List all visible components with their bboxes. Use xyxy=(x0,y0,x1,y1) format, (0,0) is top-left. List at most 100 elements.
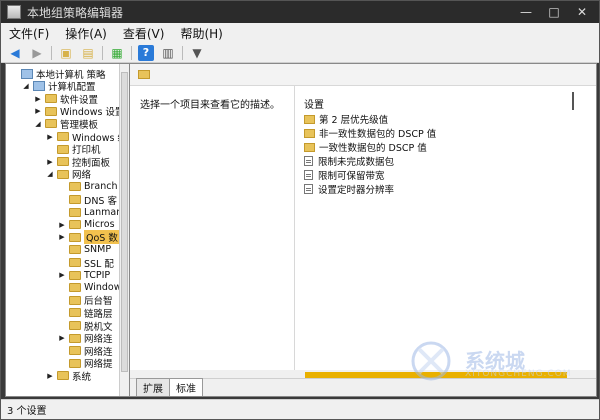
tree-item[interactable]: 脱机文 xyxy=(58,319,113,333)
folder-icon xyxy=(69,195,81,204)
computer-policy-icon xyxy=(21,68,33,79)
folder-icon xyxy=(69,182,81,192)
expand-toggle-icon[interactable]: ▶ xyxy=(46,372,54,380)
folder-icon xyxy=(138,70,150,79)
status-text: 3 个设置 xyxy=(7,406,47,417)
list-item[interactable]: 限制未完成数据包 xyxy=(304,154,436,168)
folder-icon xyxy=(57,169,69,179)
folder-icon xyxy=(304,128,315,138)
list-item[interactable]: 限制可保留带宽 xyxy=(304,168,436,182)
tree-item[interactable]: ▶ 软件设置 xyxy=(34,92,98,106)
tree-item[interactable]: 打印机 xyxy=(46,143,101,156)
expand-toggle-icon[interactable]: ◢ xyxy=(22,82,30,90)
folder-icon xyxy=(69,283,81,293)
tree-item[interactable]: ▶ 系统 xyxy=(46,369,91,383)
tree-item[interactable]: 网络提 xyxy=(58,357,113,370)
tab-standard[interactable]: 标准 xyxy=(169,378,203,396)
properties-icon[interactable]: ▥ xyxy=(160,45,176,61)
forward-arrow-icon[interactable]: ▶ xyxy=(29,45,45,61)
minimize-button[interactable]: — xyxy=(519,5,533,19)
expand-toggle-icon[interactable]: ▶ xyxy=(34,107,42,115)
toolbar-separator xyxy=(51,45,52,60)
menu-action[interactable]: 操作(A) xyxy=(65,25,107,42)
toolbar: ◀ ▶ ▣ ▤ ▦ ? ▥ ▼ xyxy=(1,43,599,63)
settings-column-header[interactable]: 设置 xyxy=(304,96,324,111)
tree-item[interactable]: Branch xyxy=(58,180,118,193)
watermark: 系统城 XITONGCHENG.COM xyxy=(409,339,579,383)
window-title: 本地组策略编辑器 xyxy=(27,5,124,20)
menu-help[interactable]: 帮助(H) xyxy=(180,25,222,42)
list-item[interactable]: 第 2 层优先级值 xyxy=(304,112,436,126)
folder-icon xyxy=(69,258,81,267)
help-icon[interactable]: ? xyxy=(138,44,154,61)
settings-list: 第 2 层优先级值 非一致性数据包的 DSCP 值一致性数据包的 DSCP 值限制… xyxy=(304,112,436,196)
tree-item-label: 网络 xyxy=(72,170,92,182)
toolbar-separator xyxy=(131,45,132,60)
expand-toggle-icon[interactable]: ▶ xyxy=(58,334,66,342)
tree-item[interactable]: ▶ Windows 设置 xyxy=(34,105,124,118)
expand-toggle-icon[interactable]: ▶ xyxy=(46,158,54,166)
menu-view[interactable]: 查看(V) xyxy=(123,25,165,42)
menu-bar: 文件(F) 操作(A) 查看(V) 帮助(H) xyxy=(1,23,599,43)
menu-file[interactable]: 文件(F) xyxy=(9,25,49,42)
expand-toggle-icon[interactable]: ▶ xyxy=(58,271,66,279)
close-button[interactable]: ✕ xyxy=(575,5,589,19)
tree-item[interactable]: ▶ TCPIP xyxy=(58,269,110,282)
tree-item[interactable]: ▶ 网络连 xyxy=(58,332,113,345)
tree-item-label: SSL 配 xyxy=(84,258,114,270)
folder-icon xyxy=(69,358,81,368)
expand-toggle-icon[interactable]: ▶ xyxy=(58,221,66,229)
tree-item[interactable]: 链路层 xyxy=(58,306,113,320)
tree-item[interactable]: Lanman xyxy=(58,206,122,219)
tree-item[interactable]: 网络连 xyxy=(58,344,113,358)
list-item-label: 限制可保留带宽 xyxy=(318,171,385,182)
show-hide-tree-icon[interactable]: ▤ xyxy=(80,45,96,61)
tree-item[interactable]: 后台智 xyxy=(58,294,113,307)
tree-item[interactable]: Window xyxy=(58,281,121,294)
back-arrow-icon[interactable]: ◀ xyxy=(7,45,23,61)
tree-item[interactable]: ▶ QoS 数 xyxy=(58,230,120,245)
list-item-label: 第 2 层优先级值 xyxy=(319,115,389,126)
folder-icon xyxy=(45,119,57,129)
list-item-label: 设置定时器分辨率 xyxy=(318,185,395,196)
policy-setting-icon xyxy=(304,170,313,180)
pane-divider xyxy=(294,86,295,380)
expand-toggle-icon[interactable]: ▶ xyxy=(34,95,42,103)
tree-vertical-scrollbar[interactable] xyxy=(119,64,129,396)
policy-setting-icon xyxy=(304,156,313,166)
folder-icon xyxy=(304,114,315,124)
tree-scrollbar-thumb[interactable] xyxy=(121,72,128,372)
tree-item[interactable]: ▶ Windows 组 xyxy=(46,130,127,144)
tab-extended[interactable]: 扩展 xyxy=(136,378,170,396)
up-folder-icon[interactable]: ▣ xyxy=(58,45,74,61)
list-item[interactable]: 一致性数据包的 DSCP 值 xyxy=(304,140,436,154)
folder-icon xyxy=(69,220,81,230)
folder-icon xyxy=(69,270,81,280)
tree-item[interactable]: ▶ Micros xyxy=(58,218,114,231)
expand-toggle-icon[interactable]: ▶ xyxy=(46,133,54,141)
expand-toggle-icon[interactable]: ◢ xyxy=(46,170,54,178)
export-list-icon[interactable]: ▦ xyxy=(109,45,125,61)
list-item-label: 非一致性数据包的 DSCP 值 xyxy=(319,129,437,140)
tree-item[interactable]: ◢ 管理模板 xyxy=(34,117,98,131)
tree-item[interactable]: ▶ 控制面板 xyxy=(46,155,110,169)
gpedit-window: 本地组策略编辑器 — □ ✕ 文件(F) 操作(A) 查看(V) 帮助(H) ◀… xyxy=(0,0,600,420)
folder-icon xyxy=(69,245,81,255)
list-scroll-thumb[interactable] xyxy=(572,92,574,110)
filter-icon[interactable]: ▼ xyxy=(189,45,205,61)
list-item[interactable]: 非一致性数据包的 DSCP 值 xyxy=(304,126,436,140)
expand-toggle-icon[interactable]: ◢ xyxy=(34,120,42,128)
tree-item[interactable]: ◢ 网络 xyxy=(46,168,91,181)
tree-item[interactable]: SSL 配 xyxy=(58,256,114,270)
tree-item[interactable]: SNMP xyxy=(58,243,111,256)
tree-item[interactable]: DNS 客 xyxy=(58,193,117,207)
maximize-button[interactable]: □ xyxy=(547,5,561,19)
tree-item[interactable]: 本地计算机 策略 xyxy=(10,67,106,81)
tree-item-label: TCPIP xyxy=(84,269,111,281)
tree-item-label: Branch xyxy=(84,181,118,193)
list-item[interactable]: 设置定时器分辨率 xyxy=(304,182,436,196)
details-header xyxy=(130,64,596,86)
tree-item[interactable]: ◢ 计算机配置 xyxy=(22,80,96,93)
expand-toggle-icon[interactable]: ▶ xyxy=(58,233,66,241)
tree-item-label: DNS 客 xyxy=(84,195,117,207)
